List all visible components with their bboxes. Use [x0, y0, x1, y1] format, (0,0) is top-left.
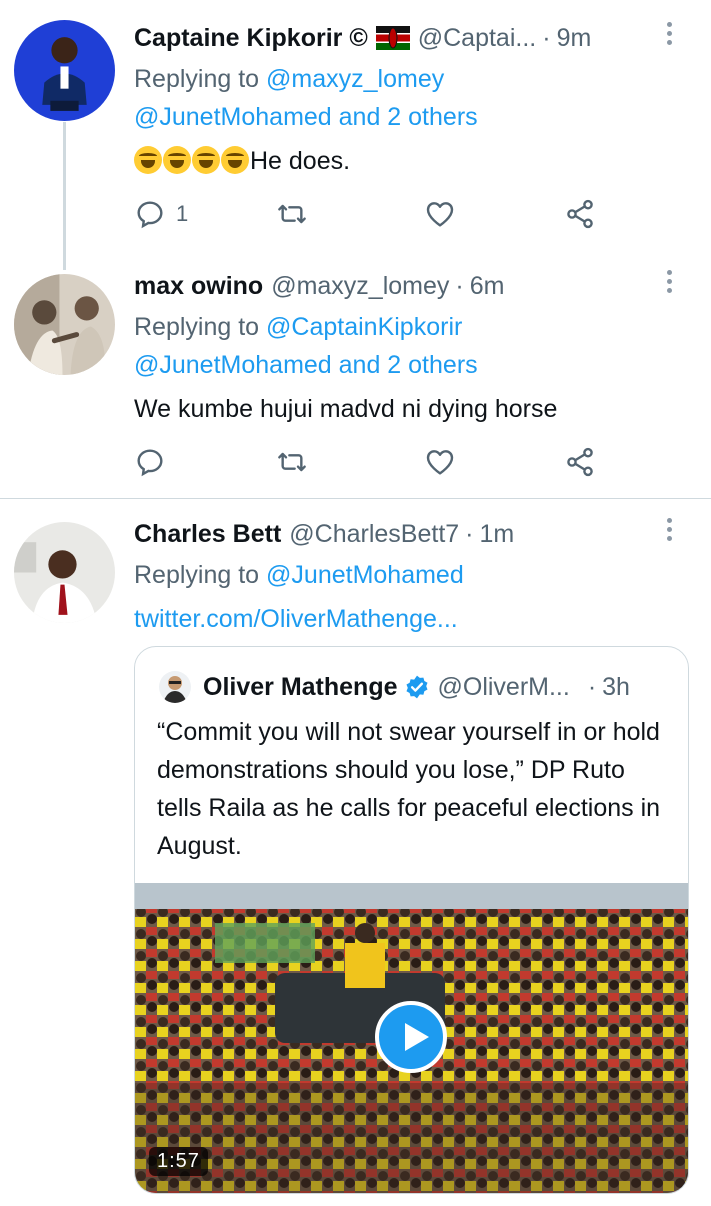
display-name[interactable]: Captaine Kipkorir © [134, 24, 368, 53]
tweet-link[interactable]: twitter.com/OliverMathenge... [134, 600, 701, 638]
avatar[interactable] [14, 274, 115, 375]
reply-to-handle[interactable]: @JunetMohamed [266, 561, 464, 589]
share-icon [567, 199, 593, 229]
timestamp[interactable]: 9m [557, 24, 592, 53]
reply-icon [137, 201, 163, 229]
reply-to-handle[interactable]: @maxyz_lomey [266, 65, 444, 93]
tweet-text-content: He does. [250, 147, 351, 175]
reply-count: 1 [176, 201, 189, 226]
display-name[interactable]: max owino [134, 272, 263, 301]
heart-icon [426, 450, 454, 475]
reply-others-link[interactable]: @JunetMohamed and 2 others [134, 351, 478, 379]
video-thumbnail[interactable]: 1:57 [135, 883, 688, 1193]
laughing-emoji-icon [192, 146, 220, 174]
user-handle[interactable]: @Captai... [418, 24, 536, 53]
more-vertical-icon[interactable] [665, 270, 673, 296]
quote-user-handle[interactable]: @OliverM... [438, 673, 570, 702]
heart-icon [426, 202, 454, 227]
like-button[interactable] [424, 442, 456, 482]
more-vertical-icon[interactable] [665, 518, 673, 544]
retweet-icon [278, 452, 306, 472]
tweet-text: He does. [134, 142, 701, 180]
laughing-emoji-icon [163, 146, 191, 174]
separator-dot: · [542, 23, 551, 52]
avatar[interactable] [14, 522, 115, 623]
more-vertical-icon[interactable] [665, 22, 673, 48]
laughing-emoji-icon [221, 146, 249, 174]
like-button[interactable] [424, 194, 456, 234]
retweet-button[interactable] [276, 442, 308, 482]
action-bar [134, 442, 614, 482]
reply-button[interactable]: 1 [134, 194, 188, 234]
video-duration: 1:57 [149, 1147, 208, 1176]
reply-button[interactable] [134, 442, 166, 482]
quote-display-name[interactable]: Oliver Mathenge [203, 673, 398, 702]
tweet-divider [0, 498, 711, 499]
laughing-emoji-icon [134, 146, 162, 174]
separator-dot: · [455, 271, 464, 300]
reply-to-handle[interactable]: @CaptainKipkorir [266, 313, 462, 341]
separator-dot: · [465, 519, 474, 548]
share-button[interactable] [564, 442, 596, 482]
retweet-button[interactable] [276, 194, 308, 234]
avatar[interactable] [14, 20, 115, 121]
timestamp[interactable]: 6m [470, 272, 505, 301]
quote-timestamp[interactable]: 3h [602, 673, 630, 702]
play-button[interactable] [375, 1001, 447, 1073]
kenya-flag-icon [375, 26, 410, 50]
action-bar: 1 [134, 194, 614, 234]
user-handle[interactable]: @CharlesBett7 [289, 520, 459, 549]
tweet-text: We kumbe hujui madvd ni dying horse [134, 395, 558, 423]
reply-others-link[interactable]: @JunetMohamed and 2 others [134, 103, 478, 131]
verified-badge-icon [404, 674, 430, 700]
user-handle[interactable]: @maxyz_lomey [271, 272, 449, 301]
quoted-tweet-card[interactable]: Oliver Mathenge @OliverM... · 3h “Commit… [134, 646, 689, 1194]
replying-to-label: Replying to [134, 65, 260, 93]
reply-icon [137, 449, 163, 477]
timestamp[interactable]: 1m [480, 520, 515, 549]
retweet-icon [278, 204, 306, 224]
replying-to-label: Replying to [134, 561, 260, 589]
quote-text: “Commit you will not swear yourself in o… [157, 718, 661, 860]
separator-dot: · [587, 672, 597, 701]
display-name[interactable]: Charles Bett [134, 520, 281, 549]
share-button[interactable] [564, 194, 596, 234]
replying-to-label: Replying to [134, 313, 260, 341]
quote-avatar[interactable] [159, 671, 191, 703]
share-icon [567, 447, 593, 477]
thread-connector-line [63, 122, 66, 270]
